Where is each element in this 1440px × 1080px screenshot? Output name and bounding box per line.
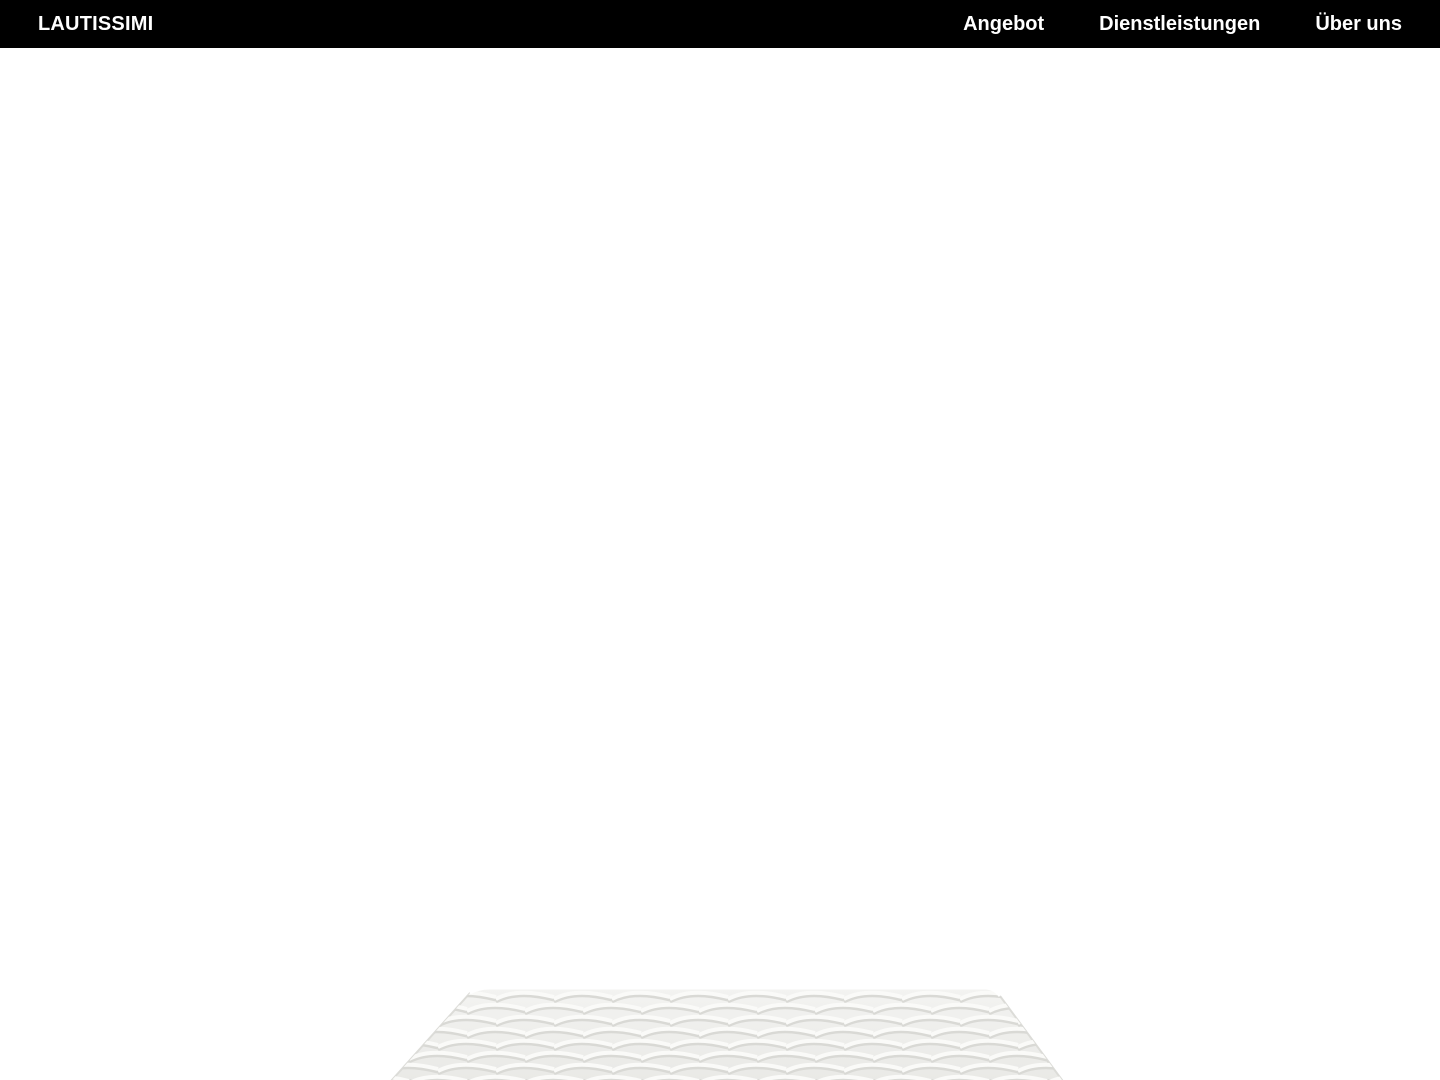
brand-logo-link[interactable]: LAUTISSIMI: [38, 0, 153, 48]
nav-link-angebot[interactable]: Angebot: [963, 0, 1044, 48]
site-header: LAUTISSIMI Angebot Dienstleistungen Über…: [0, 0, 1440, 48]
nav-link-dienstleistungen[interactable]: Dienstleistungen: [1099, 0, 1260, 48]
main-nav: Angebot Dienstleistungen Über uns: [908, 0, 1402, 48]
nav-link-ueber-uns[interactable]: Über uns: [1315, 0, 1402, 48]
mattress-product-image: [390, 986, 1064, 1080]
hero-section: [0, 48, 1440, 1080]
